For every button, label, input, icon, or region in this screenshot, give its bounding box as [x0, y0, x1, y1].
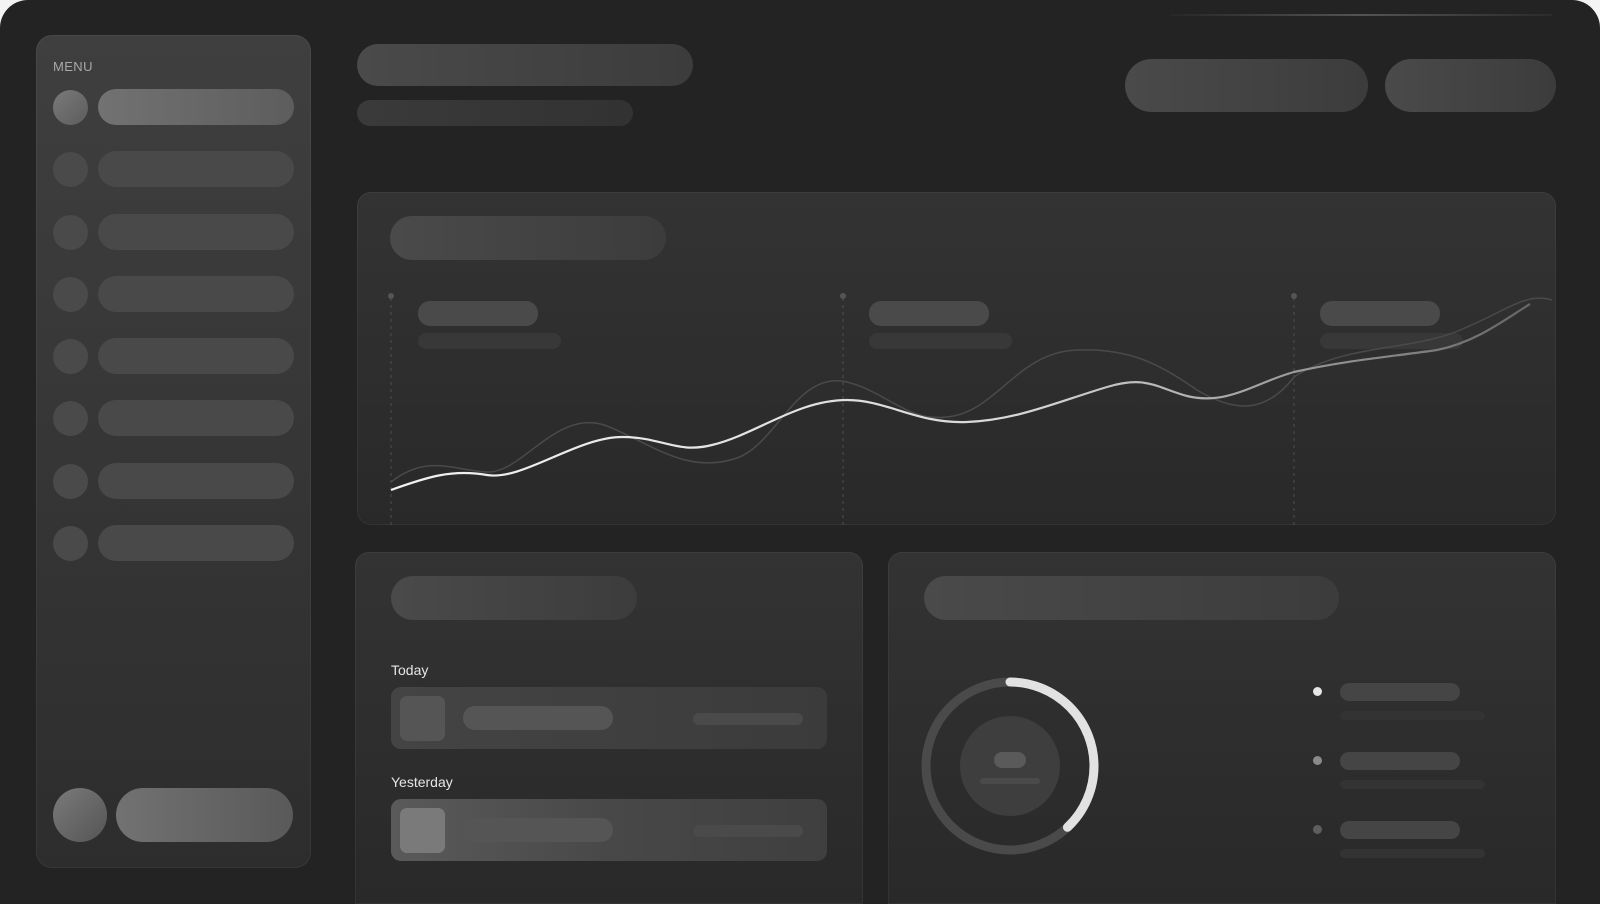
- sidebar-item-7[interactable]: [53, 462, 294, 500]
- donut-chart: [921, 677, 1099, 855]
- sidebar-item-label-placeholder: [98, 400, 294, 436]
- sidebar-item-label-placeholder: [98, 151, 294, 187]
- legend-sublabel-placeholder: [1340, 711, 1485, 720]
- legend-label-placeholder: [1340, 683, 1460, 701]
- sidebar-item-2[interactable]: [53, 150, 294, 188]
- sidebar-item-icon: [53, 215, 88, 250]
- chart-marker-label-3: [1320, 301, 1440, 326]
- sidebar-item-icon: [53, 277, 88, 312]
- chart-marker-dot-3: [1291, 293, 1297, 299]
- legend-sublabel-placeholder: [1340, 849, 1485, 858]
- chart-marker-label-1: [418, 301, 538, 326]
- chart-marker-dot-1: [388, 293, 394, 299]
- legend-sublabel-placeholder: [1340, 780, 1485, 789]
- user-avatar[interactable]: [53, 788, 107, 842]
- sidebar-menu-title: MENU: [53, 59, 93, 74]
- donut-card-title-placeholder: [924, 576, 1339, 620]
- activity-item-title-placeholder: [463, 818, 613, 842]
- sidebar-item-5[interactable]: [53, 337, 294, 375]
- donut-center-value-placeholder: [994, 752, 1026, 768]
- sidebar: MENU: [36, 35, 311, 868]
- chart-marker-sublabel-2: [869, 333, 1012, 349]
- sidebar-item-6[interactable]: [53, 399, 294, 437]
- activity-item-thumbnail: [400, 808, 445, 853]
- legend-label-placeholder: [1340, 752, 1460, 770]
- chart-marker-dot-2: [840, 293, 846, 299]
- sidebar-item-label-placeholder: [98, 525, 294, 561]
- sidebar-item-icon: [53, 464, 88, 499]
- sidebar-item-label-placeholder: [98, 463, 294, 499]
- sidebar-item-4[interactable]: [53, 275, 294, 313]
- sidebar-item-icon: [53, 90, 88, 125]
- activity-card-title-placeholder: [391, 576, 637, 620]
- page-subtitle-placeholder: [357, 100, 633, 126]
- sidebar-item-3[interactable]: [53, 213, 294, 251]
- sidebar-item-label-placeholder: [98, 338, 294, 374]
- app-window: MENU Today Yesterday: [0, 0, 1600, 904]
- sidebar-item-icon: [53, 526, 88, 561]
- activity-item[interactable]: [391, 687, 827, 749]
- header-primary-button[interactable]: [1125, 59, 1368, 112]
- window-top-line: [1170, 14, 1552, 16]
- header-secondary-button[interactable]: [1385, 59, 1556, 112]
- activity-item-title-placeholder: [463, 706, 613, 730]
- activity-card: Today Yesterday: [355, 552, 863, 904]
- legend-dot-icon: [1313, 756, 1322, 765]
- sidebar-item-8[interactable]: [53, 524, 294, 562]
- chart-marker-label-2: [869, 301, 989, 326]
- sidebar-item-icon: [53, 339, 88, 374]
- chart-trend-line: [390, 303, 1531, 492]
- page-title-placeholder: [357, 44, 693, 86]
- activity-item-meta-placeholder: [693, 713, 803, 725]
- sidebar-item-icon: [53, 152, 88, 187]
- sidebar-item-label-placeholder: [98, 214, 294, 250]
- activity-item-meta-placeholder: [693, 825, 803, 837]
- donut-center-label-placeholder: [980, 778, 1040, 784]
- activity-item-thumbnail: [400, 696, 445, 741]
- sidebar-item-label-placeholder: [98, 276, 294, 312]
- trend-chart: [388, 293, 1553, 525]
- activity-group-label-today: Today: [391, 662, 429, 678]
- sidebar-item-1[interactable]: [53, 88, 294, 126]
- legend-dot-icon: [1313, 687, 1322, 696]
- donut-legend-item-3: [1313, 821, 1488, 861]
- sidebar-item-icon: [53, 401, 88, 436]
- activity-item[interactable]: [391, 799, 827, 861]
- donut-card: [888, 552, 1556, 904]
- user-profile-button[interactable]: [116, 788, 293, 842]
- donut-legend-item-1: [1313, 683, 1488, 723]
- legend-dot-icon: [1313, 825, 1322, 834]
- sidebar-item-label-placeholder: [98, 89, 294, 125]
- legend-label-placeholder: [1340, 821, 1460, 839]
- chart-marker-sublabel-1: [418, 333, 561, 349]
- trend-chart-card: [357, 192, 1556, 525]
- donut-legend-item-2: [1313, 752, 1488, 792]
- activity-group-label-yesterday: Yesterday: [391, 774, 453, 790]
